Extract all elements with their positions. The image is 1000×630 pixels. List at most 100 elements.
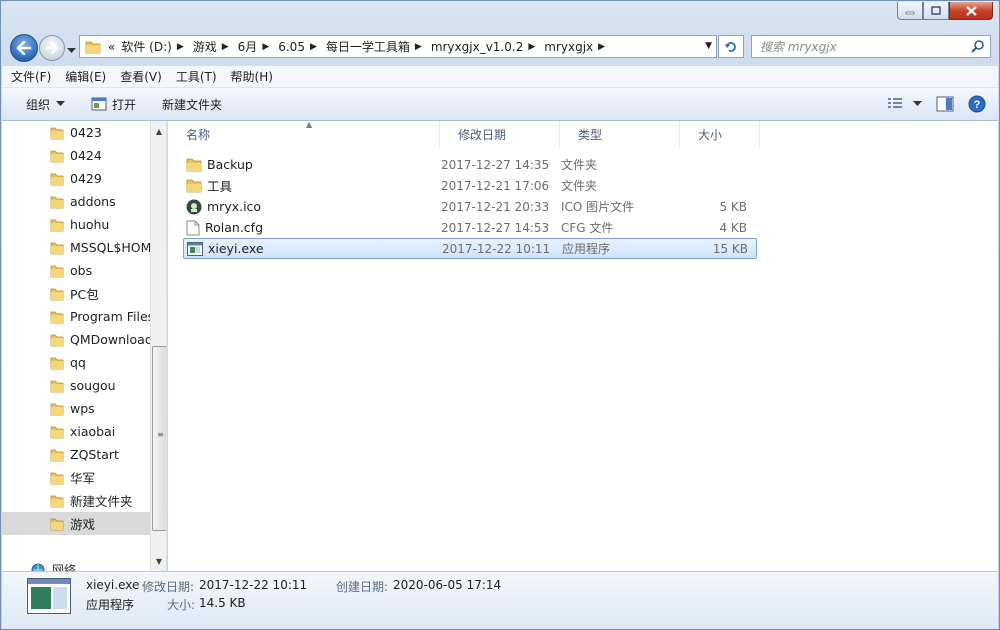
breadcrumb-segment[interactable]: 每日一学工具箱 [323, 38, 413, 55]
tree-item-qq[interactable]: qq [2, 351, 150, 374]
tree-item-0424[interactable]: 0424 [2, 144, 150, 167]
folder-icon [50, 380, 64, 392]
tree-item-0423[interactable]: 0423 [2, 121, 150, 144]
file-date: 2017-12-21 20:33 [441, 199, 550, 214]
explorer-window: « 软件 (D:) ▶ 游戏 ▶ 6月 ▶ 6.05 ▶ 每日一学工具箱 ▶ mryxgj… [0, 0, 1000, 630]
search-box[interactable]: 搜索 mryxgjx [751, 35, 991, 58]
file-size: 5 KB [719, 199, 747, 214]
details-file-name: xieyi.exe [86, 578, 140, 592]
scroll-down-icon[interactable]: ▼ [151, 553, 166, 569]
file-name: Rolan.cfg [205, 220, 264, 235]
back-button[interactable] [10, 34, 38, 62]
breadcrumb-arrow-icon[interactable]: ▶ [596, 42, 611, 52]
address-bar[interactable]: « 软件 (D:) ▶ 游戏 ▶ 6月 ▶ 6.05 ▶ 每日一学工具箱 ▶ mryxgj… [79, 35, 717, 58]
file-list[interactable]: 名称 ▲ 修改日期 类型 大小 Backup 2017-12-27 14:35 … [168, 120, 998, 571]
folder-icon [50, 495, 64, 507]
folder-icon [50, 242, 64, 254]
menu-file[interactable]: 文件(F) [11, 68, 51, 85]
column-header-date[interactable]: 修改日期 [440, 121, 560, 147]
column-header-name[interactable]: 名称 ▲ [168, 120, 440, 147]
svg-text:?: ? [974, 99, 981, 111]
refresh-button[interactable] [718, 35, 744, 58]
file-row-backup[interactable]: Backup 2017-12-27 14:35 文件夹 [183, 154, 757, 175]
sort-ascending-icon: ▲ [306, 120, 313, 129]
exe-icon [187, 241, 203, 256]
search-icon[interactable] [971, 39, 985, 53]
folder-icon [50, 518, 64, 530]
forward-button[interactable] [39, 35, 65, 61]
tree-item-0429[interactable]: 0429 [2, 167, 150, 190]
file-size: 4 KB [719, 220, 747, 235]
view-controls: ? [887, 95, 986, 113]
search-placeholder[interactable]: 搜索 mryxgjx [760, 38, 837, 55]
tree-item-network[interactable]: 网络 [30, 561, 76, 571]
view-options-button[interactable] [887, 97, 922, 111]
breadcrumb-arrow-icon[interactable]: ▶ [413, 42, 428, 52]
folder-icon [50, 449, 64, 461]
breadcrumb-segment[interactable]: 游戏 [190, 38, 220, 55]
minimize-button[interactable] [897, 2, 923, 20]
organize-button[interactable]: 组织 [26, 96, 66, 113]
breadcrumb-arrow-icon[interactable]: ▶ [526, 42, 541, 52]
tree-item-pc-bao[interactable]: PC包 [2, 282, 150, 305]
breadcrumb-arrow-icon[interactable]: ▶ [260, 42, 275, 52]
address-dropdown-icon[interactable]: ▼ [705, 41, 712, 51]
open-button[interactable]: 打开 [91, 96, 136, 113]
tree-scrollbar[interactable]: ▲ ≡ ▼ [150, 121, 166, 571]
folder-icon [50, 334, 64, 346]
file-row-rolan-cfg[interactable]: Rolan.cfg 2017-12-27 14:53 CFG 文件 4 KB [183, 217, 757, 238]
file-row-gongju[interactable]: 工具 2017-12-21 17:06 文件夹 [183, 175, 757, 196]
details-created-value: 2020-06-05 17:14 [393, 578, 502, 592]
folder-icon [50, 288, 64, 300]
file-row-xieyi-exe[interactable]: xieyi.exe 2017-12-22 10:11 应用程序 15 KB [183, 238, 757, 259]
tree-item-program-files[interactable]: Program Files [2, 305, 150, 328]
tree-item-huajun[interactable]: 华军 [2, 466, 150, 489]
breadcrumb-segment[interactable]: 软件 (D:) [118, 38, 174, 55]
tree-item-youxi[interactable]: 游戏 [2, 512, 150, 535]
help-icon[interactable]: ? [968, 95, 986, 113]
tree-item-obs[interactable]: obs [2, 259, 150, 282]
refresh-icon [725, 41, 736, 52]
file-row-mryx-ico[interactable]: mryx.ico 2017-12-21 20:33 ICO 图片文件 5 KB [183, 196, 757, 217]
new-folder-button[interactable]: 新建文件夹 [162, 96, 222, 113]
menu-edit[interactable]: 编辑(E) [65, 68, 106, 85]
close-button[interactable] [949, 2, 993, 20]
tree-item-wps[interactable]: wps [2, 397, 150, 420]
folder-icon [85, 41, 101, 53]
tree-item-sougou[interactable]: sougou [2, 374, 150, 397]
tree-item-qmdownload[interactable]: QMDownload [2, 328, 150, 351]
tree-item-zqstart[interactable]: ZQStart [2, 443, 150, 466]
breadcrumb-arrow-icon[interactable]: ▶ [175, 42, 190, 52]
breadcrumb-segment[interactable]: 6月 [235, 38, 261, 55]
breadcrumb-segment[interactable]: 6.05 [275, 40, 308, 54]
folder-icon [50, 403, 64, 415]
tree-item-xiaobai[interactable]: xiaobai [2, 420, 150, 443]
file-date: 2017-12-27 14:53 [441, 220, 550, 235]
open-icon [91, 97, 107, 111]
menu-tools[interactable]: 工具(T) [176, 68, 217, 85]
recent-pages-button[interactable] [67, 43, 76, 57]
menu-help[interactable]: 帮助(H) [231, 68, 273, 85]
folder-icon [50, 311, 64, 323]
address-overflow[interactable]: « [105, 40, 118, 54]
menu-view[interactable]: 查看(V) [120, 68, 162, 85]
exe-thumbnail-icon [27, 578, 71, 614]
scroll-up-icon[interactable]: ▲ [151, 123, 166, 139]
tree-item-addons[interactable]: addons [2, 190, 150, 213]
document-icon [186, 220, 200, 235]
column-header-type[interactable]: 类型 [560, 121, 680, 147]
maximize-button[interactable] [923, 2, 949, 20]
breadcrumb-segment[interactable]: mryxgjx [541, 40, 596, 54]
file-name: mryx.ico [207, 199, 262, 214]
tree-item-new-folder[interactable]: 新建文件夹 [2, 489, 150, 512]
tree-item-huohu[interactable]: huohu [2, 213, 150, 236]
chevron-down-icon [56, 101, 66, 106]
navigation-tree[interactable]: 0423 0424 0429 addons huohu MSSQL$HOM ob… [2, 121, 167, 571]
breadcrumb-arrow-icon[interactable]: ▶ [308, 42, 323, 52]
preview-pane-icon[interactable] [936, 96, 954, 112]
column-header-size[interactable]: 大小 [680, 121, 760, 147]
tree-item-mssql[interactable]: MSSQL$HOM [2, 236, 150, 259]
breadcrumb-arrow-icon[interactable]: ▶ [220, 42, 235, 52]
breadcrumb-segment[interactable]: mryxgjx_v1.0.2 [428, 40, 527, 54]
scrollbar-thumb[interactable]: ≡ [152, 346, 166, 531]
